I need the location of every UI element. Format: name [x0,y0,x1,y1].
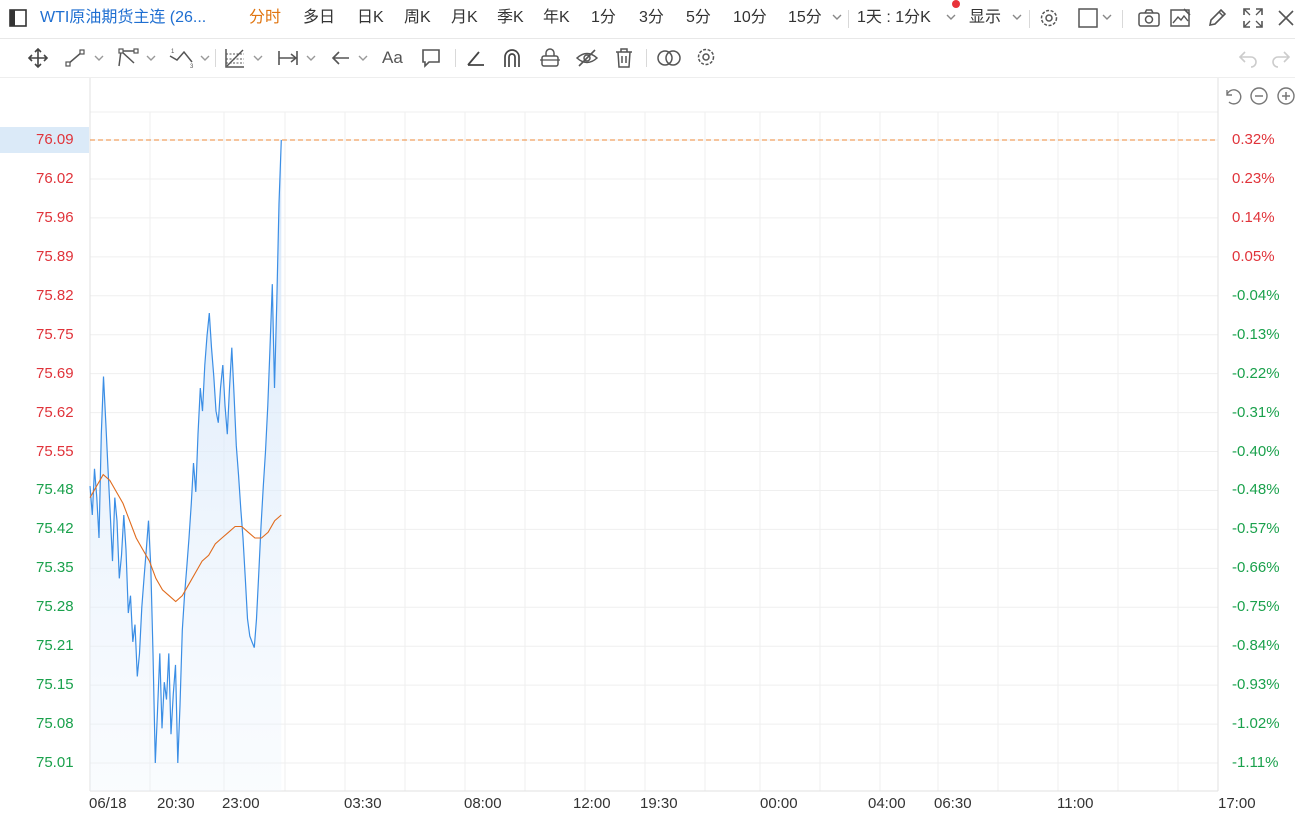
price-tick-label: 75.69 [36,364,74,382]
price-tick-label: 75.42 [36,520,74,538]
price-area [90,140,282,791]
time-tick-label: 04:00 [868,795,906,812]
price-tick-label: 75.96 [36,208,74,226]
time-tick-label: 08:00 [464,795,502,812]
percent-tick-label: -0.66% [1232,559,1280,577]
price-tick-label: 75.21 [36,637,74,655]
time-tick-label: 17:00 [1218,795,1256,812]
percent-tick-label: -0.57% [1232,520,1280,538]
percent-tick-label: -0.84% [1232,637,1280,655]
percent-tick-label: -0.93% [1232,676,1280,694]
price-tick-label: 76.02 [36,169,74,187]
percent-tick-label: -0.40% [1232,442,1280,460]
price-tick-label: 75.01 [36,754,74,771]
price-tick-label: 75.28 [36,598,74,616]
percent-tick-label: -1.02% [1232,715,1280,733]
time-tick-label: 20:30 [157,795,195,812]
percent-tick-label: 0.05% [1232,247,1275,265]
time-tick-label: 06/18 [89,795,127,812]
time-tick-label: 11:00 [1057,795,1094,812]
percent-tick-label: 0.32% [1232,131,1275,148]
time-tick-label: 06:30 [934,795,972,812]
price-tick-label: 75.62 [36,403,74,421]
time-tick-label: 12:00 [573,795,611,812]
price-tick-label: 75.75 [36,325,74,343]
price-tick-label: 76.09 [36,131,74,148]
intraday-chart[interactable] [0,0,1295,831]
price-tick-label: 75.89 [36,247,74,265]
price-tick-label: 75.48 [36,481,74,499]
percent-tick-label: 0.14% [1232,208,1275,226]
percent-tick-label: -0.22% [1232,364,1280,382]
percent-tick-label: -0.75% [1232,598,1280,616]
percent-tick-label: -0.48% [1232,481,1280,499]
time-tick-label: 00:00 [760,795,798,812]
price-tick-label: 75.08 [36,715,74,733]
price-tick-label: 75.82 [36,286,74,304]
time-tick-label: 23:00 [222,795,260,812]
price-tick-label: 75.55 [36,442,74,460]
percent-tick-label: -0.13% [1232,325,1280,343]
percent-tick-label: -1.11% [1232,754,1279,771]
percent-tick-label: -0.31% [1232,403,1280,421]
price-tick-label: 75.35 [36,559,74,577]
percent-tick-label: -0.04% [1232,286,1280,304]
time-tick-label: 03:30 [344,795,382,812]
percent-tick-label: 0.23% [1232,169,1275,187]
time-tick-label: 19:30 [640,795,678,812]
price-tick-label: 75.15 [36,676,74,694]
